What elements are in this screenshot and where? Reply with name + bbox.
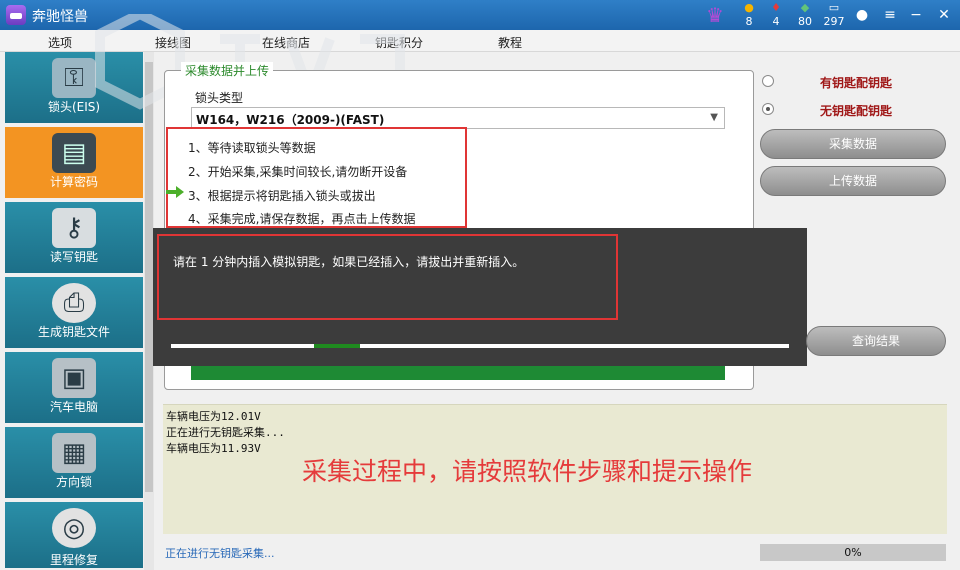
diamond-icon: ◆ (800, 1, 810, 14)
ecu-icon: ▣ (52, 358, 96, 398)
sidebar-item-steering-lock[interactable]: ▦ 方向锁 (5, 427, 143, 500)
coin-count: 8 (745, 15, 753, 28)
sidebar-item-label: 锁头(EIS) (47, 100, 101, 114)
chevron-down-icon: ▼ (710, 112, 718, 123)
current-step-arrow-icon (166, 186, 184, 198)
menu-tutorial[interactable]: 教程 (498, 34, 522, 51)
app-title: 奔驰怪兽 (32, 9, 88, 25)
battery-icon: ▭ (828, 1, 840, 14)
ruby-count: 4 (772, 15, 780, 28)
collection-progress-bar (191, 366, 725, 380)
ruby-icon: ♦ (771, 1, 781, 14)
battery-stat: ▭ 297 (820, 2, 848, 28)
step-2: 2、开始采集,采集时间较长,请勿断开设备 (188, 165, 408, 179)
log-line: 正在进行无钥匙采集... (166, 426, 285, 439)
close-icon[interactable]: ✕ (934, 6, 954, 24)
dialog-progress-fill (314, 344, 360, 348)
speedometer-icon: ◎ (52, 508, 96, 548)
title-bar: 奔驰怪兽 ♛ ● 8 ♦ 4 ◆ 80 ▭ 297 ● ≡ − ✕ (0, 0, 960, 30)
log-line: 车辆电压为11.93V (166, 442, 261, 455)
query-result-button[interactable]: 查询结果 (806, 326, 946, 356)
menu-key-points[interactable]: 钥匙积分 (375, 34, 423, 51)
sidebar-item-calc-password[interactable]: ▤ 计算密码 (5, 127, 143, 200)
prompt-highlight (157, 234, 618, 320)
app-logo-icon (6, 5, 26, 25)
coin-stat: ● 8 (735, 2, 763, 28)
sidebar-scroll-thumb[interactable] (145, 62, 153, 492)
radio-without-key-label[interactable]: 无钥匙配钥匙 (820, 102, 892, 119)
sidebar-item-key-file[interactable]: ⎙ 生成钥匙文件 (5, 277, 143, 350)
radio-with-key-label[interactable]: 有钥匙配钥匙 (820, 74, 892, 91)
diamond-stat: ◆ 80 (791, 2, 819, 28)
step-4: 4、采集完成,请保存数据，再点击上传数据 (188, 212, 416, 226)
user-icon[interactable]: ● (852, 6, 872, 24)
menu-icon[interactable]: ≡ (880, 6, 900, 24)
sidebar-item-label: 读写钥匙 (49, 250, 98, 264)
step-3: 3、根据提示将钥匙插入锁头或拔出 (188, 189, 376, 203)
sidebar-item-label: 里程修复 (49, 553, 98, 567)
radio-with-key[interactable] (762, 75, 774, 87)
ruby-stat: ♦ 4 (762, 2, 790, 28)
car-key-icon: ⚷ (52, 208, 96, 248)
sidebar-item-label: 方向锁 (55, 475, 92, 489)
diamond-count: 80 (798, 15, 812, 28)
log-line: 车辆电压为12.01V (166, 410, 261, 423)
sidebar-item-label: 生成钥匙文件 (37, 325, 110, 339)
step-1: 1、等待读取锁头等数据 (188, 141, 316, 155)
lock-type-select[interactable]: W164，W216（2009-)(FAST) ▼ (191, 107, 725, 129)
status-progress: 0% (760, 544, 946, 561)
sidebar-item-label: 汽车电脑 (49, 400, 98, 414)
sidebar-item-read-write-key[interactable]: ⚷ 读写钥匙 (5, 202, 143, 275)
group-title: 采集数据并上传 (181, 62, 274, 79)
menu-options[interactable]: 选项 (48, 34, 72, 51)
lock-type-label: 锁头类型 (195, 91, 244, 105)
instruction-note: 采集过程中，请按照软件步骤和提示操作 (302, 457, 753, 486)
menu-bar: 选项 接线图 在线商店 钥匙积分 教程 (0, 30, 960, 52)
sidebar-item-ecu[interactable]: ▣ 汽车电脑 (5, 352, 143, 425)
sidebar-item-label: 计算密码 (49, 175, 98, 189)
battery-count: 297 (823, 15, 845, 28)
printer-icon: ⎙ (52, 283, 96, 323)
menu-store[interactable]: 在线商店 (262, 34, 310, 51)
menu-wiring[interactable]: 接线图 (155, 34, 191, 51)
status-text: 正在进行无钥匙采集... (165, 547, 275, 560)
lock-type-value: W164，W216（2009-)(FAST) (196, 113, 385, 127)
lock-module-icon: ⚿ (52, 58, 96, 98)
upload-data-button[interactable]: 上传数据 (760, 166, 946, 196)
dialog-progress-track (171, 344, 789, 348)
radio-without-key[interactable] (762, 103, 774, 115)
coin-icon: ● (744, 1, 754, 14)
sidebar-item-mileage[interactable]: ◎ 里程修复 (5, 502, 143, 570)
sidebar-item-eis[interactable]: ⚿ 锁头(EIS) (5, 52, 143, 125)
prompt-message: 请在 1 分钟内插入模拟钥匙，如果已经插入，请拔出并重新插入。 (173, 255, 525, 269)
steering-lock-icon: ▦ (52, 433, 96, 473)
sidebar: ⚿ 锁头(EIS) ▤ 计算密码 ⚷ 读写钥匙 ⎙ 生成钥匙文件 ▣ 汽车电脑 … (0, 52, 155, 570)
minimize-icon[interactable]: − (906, 6, 926, 24)
collect-data-button[interactable]: 采集数据 (760, 129, 946, 159)
crown-icon[interactable]: ♛ (706, 5, 724, 25)
computer-screen-icon: ▤ (52, 133, 96, 173)
